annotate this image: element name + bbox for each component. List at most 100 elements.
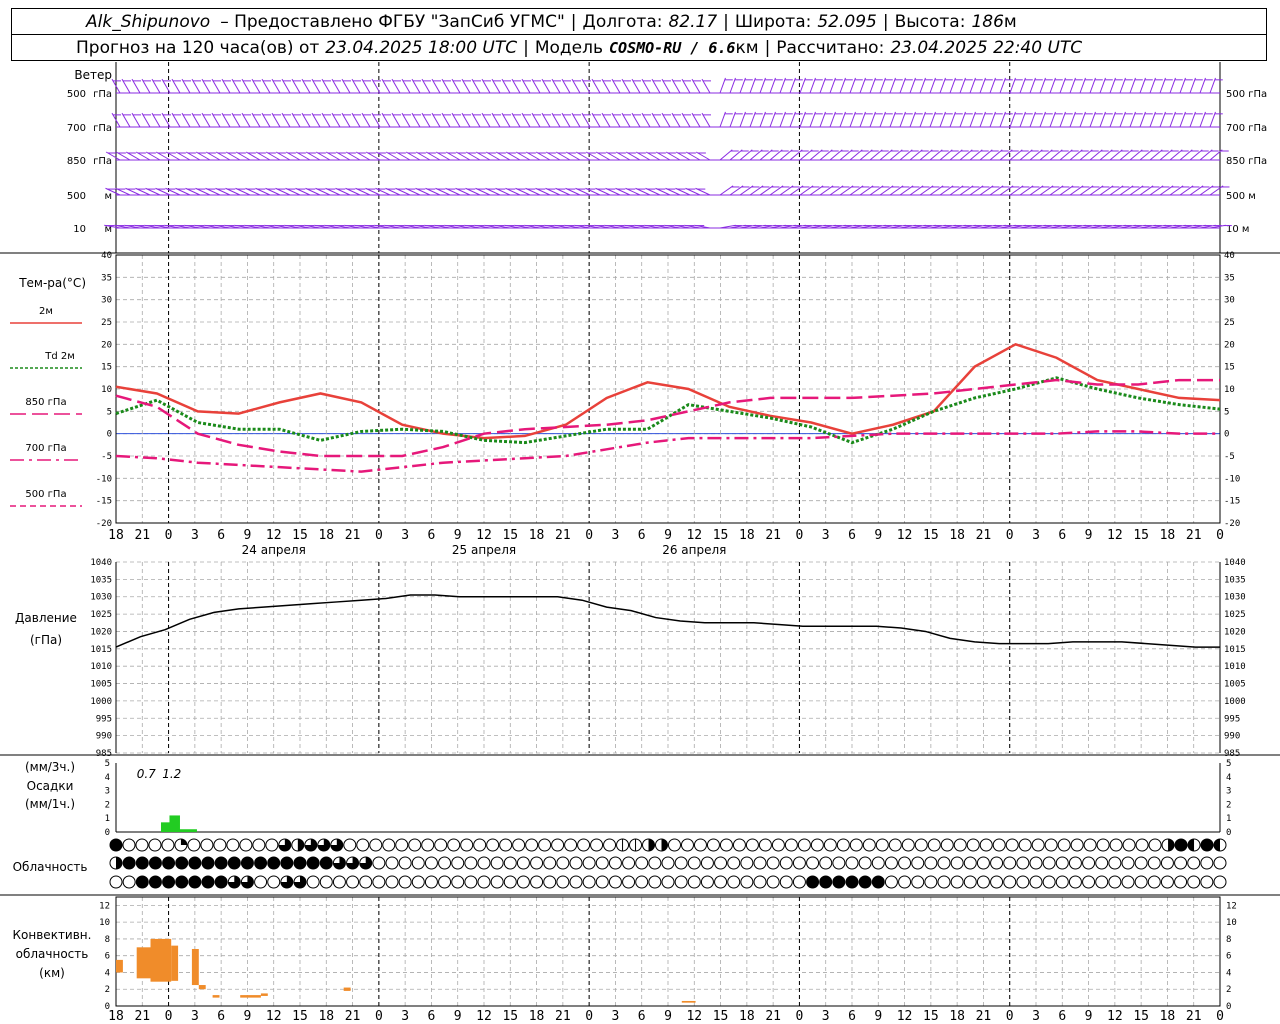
cloud-symbol [227,856,241,870]
cloud-symbol [963,875,977,889]
time-tick-label: 12 [686,528,702,543]
wind-title: Ветер [74,68,112,82]
time-tick-label: 21 [976,528,992,543]
time-tick-label-bottom: 15 [713,1009,729,1024]
cloud-symbol [382,838,396,852]
time-tick-label: 21 [555,528,571,543]
time-tick-label-bottom: 12 [1107,1009,1123,1024]
cloud-symbol [927,838,941,852]
cloud-symbol [530,875,544,889]
meteogram-chart: Ветер500 гПа 500 гПа700 гПа 700 гПа850 гПа 850… [0,62,1280,1024]
conv-bar [191,948,199,986]
cloud-symbol [1200,856,1214,870]
cloud-symbol-fill [1188,839,1195,851]
precip-ytick: 4 [105,773,110,783]
cloud-symbol [424,856,438,870]
cloud-symbol [1095,875,1109,889]
cloud-symbol [884,856,898,870]
cloud-symbol [109,838,123,852]
cloud-symbol [700,875,714,889]
precip-ytick: 2 [105,800,110,810]
cloud-symbol [398,875,412,889]
wind-level-label: 10 [73,224,86,235]
pressure-ytick: 1020 [90,627,112,637]
time-tick-label-bottom: 0 [585,1009,593,1024]
wind-level-label-right: 500 гПа [1226,89,1267,100]
cloud-symbol [1018,838,1032,852]
cloud-symbol [162,856,176,870]
time-tick-label: 3 [1032,528,1040,543]
conv-bar [681,1000,696,1003]
cloud-symbol [1213,856,1227,870]
cloud-symbol [608,875,622,889]
cloud-symbol [924,875,938,889]
time-tick-label-bottom: 0 [1216,1009,1224,1024]
time-tick-label-bottom: 18 [739,1009,755,1024]
cloud-symbol [832,875,846,889]
cloud-symbol [622,856,636,870]
pressure-ytick-right: 1010 [1224,662,1246,672]
cloud-symbol [1082,875,1096,889]
pressure-ytick: 990 [96,732,112,742]
cloud-symbol [359,875,373,889]
cloud-symbol [1016,856,1030,870]
cloud-symbol [753,875,767,889]
date-label: 24 апреля [242,543,306,557]
cloud-symbol [148,838,162,852]
precip-unit-top: (мм/3ч.) [25,760,75,774]
cloud-symbol [1122,838,1136,852]
time-tick-label-bottom: 0 [165,1009,173,1024]
temp-ytick-right: -20 [1224,519,1240,529]
cloud-symbol [346,875,360,889]
cloud-symbol [239,838,253,852]
cloud-symbol [740,856,754,870]
time-tick-label: 15 [923,528,939,543]
cloud-symbol [779,875,793,889]
time-tick-label-bottom: 15 [923,1009,939,1024]
cloud-symbol [543,875,557,889]
cloud-symbol [924,856,938,870]
wind-level-label: 500 [67,89,86,100]
cloud-symbol [240,856,254,870]
time-tick-label: 12 [476,528,492,543]
cloud-symbol [810,838,824,852]
cloud-symbol [1134,856,1148,870]
wind-barb [719,77,726,94]
time-tick-label: 0 [375,528,383,543]
cloud-symbol [267,856,281,870]
cloud-symbol [674,875,688,889]
wind-level-unit: гПа [93,123,112,134]
cloud-symbol [148,856,162,870]
time-tick-label: 0 [585,528,593,543]
cloud-symbol [395,838,409,852]
cloud-symbol [438,856,452,870]
conv-ytick: 12 [99,901,110,911]
temp-ytick: -15 [96,497,112,507]
cloud-symbol [175,875,189,889]
cloud-symbol [569,856,583,870]
precip-ytick-right: 2 [1226,800,1231,810]
time-tick-label-bottom: 21 [976,1009,992,1024]
cloud-symbol [990,875,1004,889]
cloud-symbol [564,838,578,852]
cloud-symbol [135,875,149,889]
cloud-symbol [706,838,720,852]
cloud-symbol [719,838,733,852]
cloud-symbol [175,856,189,870]
cloud-symbol [806,856,820,870]
cloud-symbol [753,856,767,870]
cloud-symbol [1003,875,1017,889]
temp-ytick-right: 35 [1224,273,1235,283]
cloud-symbol [680,838,694,852]
date-label: 26 апреля [662,543,726,557]
time-tick-label-bottom: 9 [244,1009,252,1024]
cloud-symbol [148,875,162,889]
time-tick-label: 18 [318,528,334,543]
cloud-symbol [162,875,176,889]
cloud-symbol [714,875,728,889]
conv-ytick-right: 2 [1226,985,1231,995]
cloud-symbol [319,875,333,889]
cloud-symbol [490,856,504,870]
cloud-symbol [200,838,214,852]
cloud-symbol [1005,838,1019,852]
